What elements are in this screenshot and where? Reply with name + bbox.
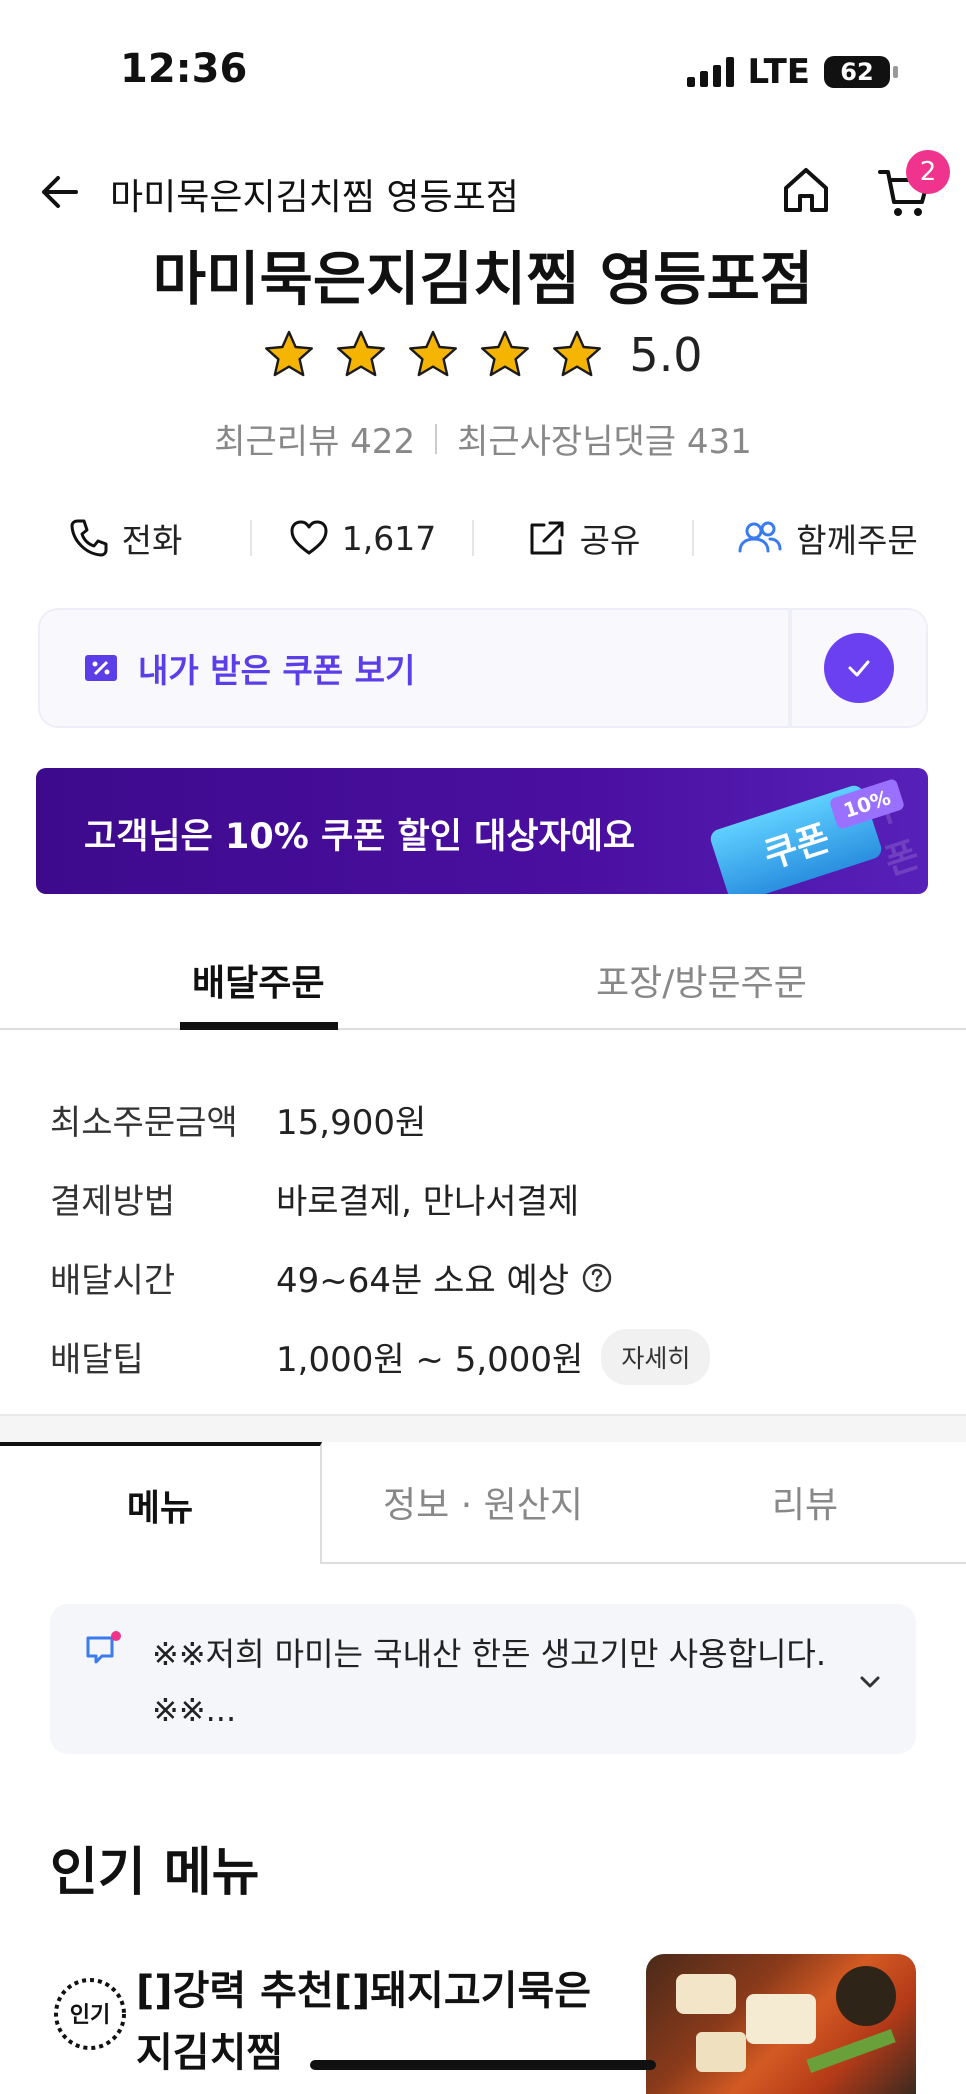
check-icon — [824, 633, 894, 703]
group-icon — [738, 521, 782, 553]
nav-title: 마미묵은지김치찜 영등포점 — [110, 177, 519, 218]
star-icon — [337, 330, 386, 377]
tip-detail-button[interactable]: 자세히 — [601, 1328, 711, 1385]
group-order-label: 함께주문 — [796, 521, 918, 560]
back-arrow-icon[interactable] — [36, 168, 84, 216]
store-name: 마미묵은지김치찜 영등포점 — [152, 245, 814, 313]
help-icon[interactable] — [581, 1262, 613, 1294]
info-key: 배달시간 — [50, 1261, 176, 1301]
popular-badge-icon: 인기 — [54, 1978, 126, 2050]
notice-icon — [86, 1631, 121, 1664]
action-row: 전화 1,617 공유 함께주문 — [0, 508, 966, 568]
network-label: LTE — [747, 52, 810, 92]
recent-reviews-link[interactable]: 최근리뷰 422 — [214, 414, 415, 463]
status-bar: 12:36 LTE 62 — [0, 0, 966, 140]
divider — [435, 423, 438, 454]
status-indicators: LTE 62 — [686, 52, 898, 92]
coupon-check-button[interactable] — [790, 608, 928, 728]
share-button[interactable]: 공유 — [474, 514, 692, 562]
call-label: 전화 — [121, 521, 183, 560]
tab-review[interactable]: 리뷰 — [644, 1442, 966, 1564]
menu-item-photo — [646, 1954, 916, 2094]
star-icon — [553, 330, 602, 377]
info-row-delivery-time: 배달시간 49~64분 소요 예상 — [50, 1238, 930, 1317]
top-nav: 마미묵은지김치찜 영등포점 — [0, 150, 966, 230]
section-divider — [0, 1414, 966, 1442]
home-indicator — [310, 2060, 656, 2070]
my-coupons-button[interactable]: 내가 받은 쿠폰 보기 — [38, 608, 790, 728]
tab-pickup[interactable]: 포장/방문주문 — [596, 954, 807, 1006]
share-label: 공유 — [579, 521, 641, 560]
star-icon — [265, 330, 314, 377]
store-notice[interactable]: ※※저희 마미는 국내산 한돈 생고기만 사용합니다. ※※... — [50, 1604, 916, 1754]
info-value-wrap: 49~64분 소요 예상 — [276, 1253, 613, 1302]
coupon-promo-banner[interactable]: 고객님은 10% 쿠폰 할인 대상자예요 쿠폰 쿠폰 10% — [36, 768, 928, 894]
tab-menu[interactable]: 메뉴 — [0, 1442, 322, 1564]
coupon-icon — [85, 655, 117, 681]
battery-icon: 62 — [824, 56, 898, 88]
like-count: 1,617 — [341, 518, 437, 558]
info-key: 최소주문금액 — [50, 1103, 238, 1143]
star-icon — [409, 330, 458, 377]
cart-count-badge: 2 — [906, 150, 950, 194]
coupon-label: 내가 받은 쿠폰 보기 — [138, 651, 416, 690]
chevron-down-icon[interactable] — [854, 1666, 886, 1698]
promo-text: 고객님은 10% 쿠폰 할인 대상자예요 — [84, 817, 636, 857]
owner-replies-link[interactable]: 최근사장님댓글 431 — [457, 414, 752, 463]
home-icon[interactable] — [780, 164, 832, 216]
menu-item[interactable]: 인기 []강력 추천[]돼지고기묵은지김치찜 — [50, 1954, 916, 2094]
review-counts: 최근리뷰 422 최근사장님댓글 431 — [0, 414, 966, 463]
tab-delivery[interactable]: 배달주문 — [192, 954, 324, 1006]
group-order-button[interactable]: 함께주문 — [694, 514, 960, 562]
info-row-delivery-tip: 배달팁 1,000원 ~ 5,000원 자세히 — [50, 1317, 930, 1396]
order-type-tabs: 배달주문 포장/방문주문 — [0, 940, 966, 1030]
notice-text: ※※저희 마미는 국내산 한돈 생고기만 사용합니다. ※※... — [152, 1635, 827, 1729]
star-icon — [481, 330, 530, 377]
info-value: 49~64분 소요 예상 — [276, 1261, 570, 1301]
call-button[interactable]: 전화 — [0, 514, 250, 562]
popular-menu-title: 인기 메뉴 — [50, 1843, 260, 1903]
popular-badge-label: 인기 — [70, 2003, 110, 2028]
info-key: 배달팁 — [50, 1340, 144, 1380]
status-time: 12:36 — [120, 46, 248, 92]
heart-icon — [290, 520, 328, 555]
tab-info-origin[interactable]: 정보 · 원산지 — [322, 1442, 644, 1564]
info-value: 15,900원 — [276, 1103, 427, 1143]
info-row-min-order: 최소주문금액 15,900원 — [50, 1080, 930, 1159]
rating-row: 5.0 — [0, 328, 966, 382]
info-value-wrap: 1,000원 ~ 5,000원 자세히 — [276, 1328, 711, 1385]
info-key: 결제방법 — [50, 1182, 176, 1222]
signal-icon — [686, 57, 734, 87]
info-value: 1,000원 ~ 5,000원 — [276, 1340, 584, 1380]
active-tab-indicator — [180, 1022, 338, 1030]
share-icon — [530, 521, 564, 555]
info-value: 바로결제, 만나서결제 — [276, 1182, 580, 1222]
delivery-info: 최소주문금액 15,900원 결제방법 바로결제, 만나서결제 배달시간 49~… — [50, 1080, 930, 1396]
content-tabs: 메뉴 정보 · 원산지 리뷰 — [0, 1442, 966, 1564]
phone-icon — [70, 519, 108, 557]
like-button[interactable]: 1,617 — [252, 517, 472, 559]
info-row-payment: 결제방법 바로결제, 만나서결제 — [50, 1159, 930, 1238]
rating-score: 5.0 — [629, 328, 703, 382]
